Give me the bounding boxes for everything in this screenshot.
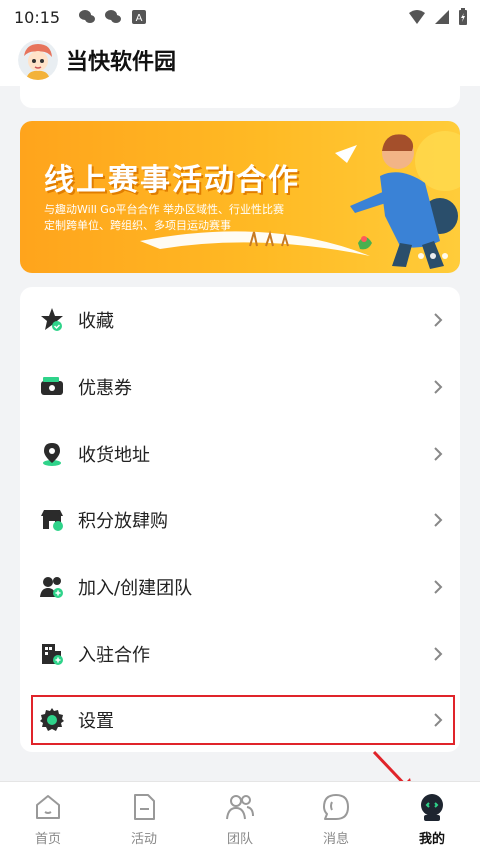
pagination-dot — [442, 253, 448, 259]
app-title: 当快软件园 — [66, 50, 177, 75]
menu-item-label: 加入/创建团队 — [78, 578, 193, 599]
chevron-right-icon — [434, 513, 443, 527]
menu-card: 收藏 优惠券 收货地址 积分放肆购 加入/创建团队 入驻合作 设置 — [20, 287, 460, 752]
tab-label: 团队 — [226, 832, 253, 847]
menu-item-label: 优惠券 — [78, 378, 132, 399]
menu-item-label: 积分放肆购 — [78, 511, 168, 532]
menu-item-favorites[interactable]: 收藏 — [20, 287, 460, 353]
home-icon — [36, 795, 60, 819]
tab-label: 首页 — [34, 832, 61, 847]
tab-label: 我的 — [418, 832, 445, 847]
tab-home[interactable]: 首页 — [0, 782, 96, 855]
menu-item-label: 入驻合作 — [78, 645, 150, 666]
profile-card-bottom — [20, 86, 460, 108]
chevron-right-icon — [434, 380, 443, 394]
chevron-right-icon — [434, 447, 443, 461]
status-bar: 10:15 A — [0, 0, 480, 34]
tab-label: 消息 — [322, 832, 349, 847]
activity-icon — [134, 794, 155, 820]
app-header: 当快软件园 — [0, 34, 480, 86]
svg-text:A: A — [136, 13, 143, 24]
chevron-right-icon — [434, 647, 443, 661]
signal-icon — [435, 10, 449, 24]
tab-team[interactable]: 团队 — [192, 782, 288, 855]
menu-item-partnership[interactable]: 入驻合作 — [20, 621, 460, 687]
settings-highlight-box — [31, 695, 455, 745]
status-time: 10:15 — [14, 7, 61, 27]
banner-subtitle: 与趣动Will Go平台合作 举办区域性、行业性比赛 — [44, 203, 285, 216]
message-icon — [323, 794, 349, 820]
building-icon — [38, 640, 66, 668]
app-avatar[interactable] — [18, 40, 58, 80]
font-a-icon: A — [132, 10, 147, 24]
notification-icons: A — [78, 9, 148, 25]
tab-activity[interactable]: 活动 — [96, 782, 192, 855]
banner-subtitle: 定制跨单位、跨组织、多项目运动赛事 — [44, 219, 231, 232]
banner-title: 线上赛事活动合作 — [44, 163, 300, 198]
chevron-right-icon — [434, 580, 443, 594]
wifi-icon — [409, 10, 425, 24]
tab-profile[interactable]: 我的 — [384, 782, 480, 855]
promo-banner[interactable]: 线上赛事活动合作 与趣动Will Go平台合作 举办区域性、行业性比赛 定制跨单… — [20, 121, 460, 273]
profile-robot-icon — [421, 794, 443, 821]
location-pin-icon — [38, 440, 66, 468]
wechat-icon — [105, 10, 122, 23]
star-icon — [38, 306, 66, 334]
bottom-tab-bar: 首页 活动 团队 消息 我的 — [0, 781, 480, 855]
add-team-icon — [38, 573, 66, 601]
cartoon-avatar-icon — [18, 40, 58, 80]
banner-pagination — [418, 253, 448, 259]
menu-item-coupons[interactable]: 优惠券 — [20, 354, 460, 420]
menu-item-address[interactable]: 收货地址 — [20, 421, 460, 487]
coupon-icon — [38, 373, 66, 401]
menu-item-points-shop[interactable]: 积分放肆购 — [20, 487, 460, 553]
pagination-dot — [430, 253, 436, 259]
chevron-right-icon — [434, 313, 443, 327]
pagination-dot — [418, 253, 424, 259]
tab-label: 活动 — [130, 832, 157, 847]
battery-icon — [459, 8, 467, 25]
menu-item-label: 收藏 — [78, 311, 114, 332]
shop-icon — [38, 506, 66, 534]
wechat-icon — [79, 10, 96, 23]
menu-item-label: 收货地址 — [78, 445, 150, 466]
team-icon — [226, 795, 254, 820]
system-icons — [408, 8, 468, 26]
tab-messages[interactable]: 消息 — [288, 782, 384, 855]
menu-item-join-team[interactable]: 加入/创建团队 — [20, 554, 460, 620]
